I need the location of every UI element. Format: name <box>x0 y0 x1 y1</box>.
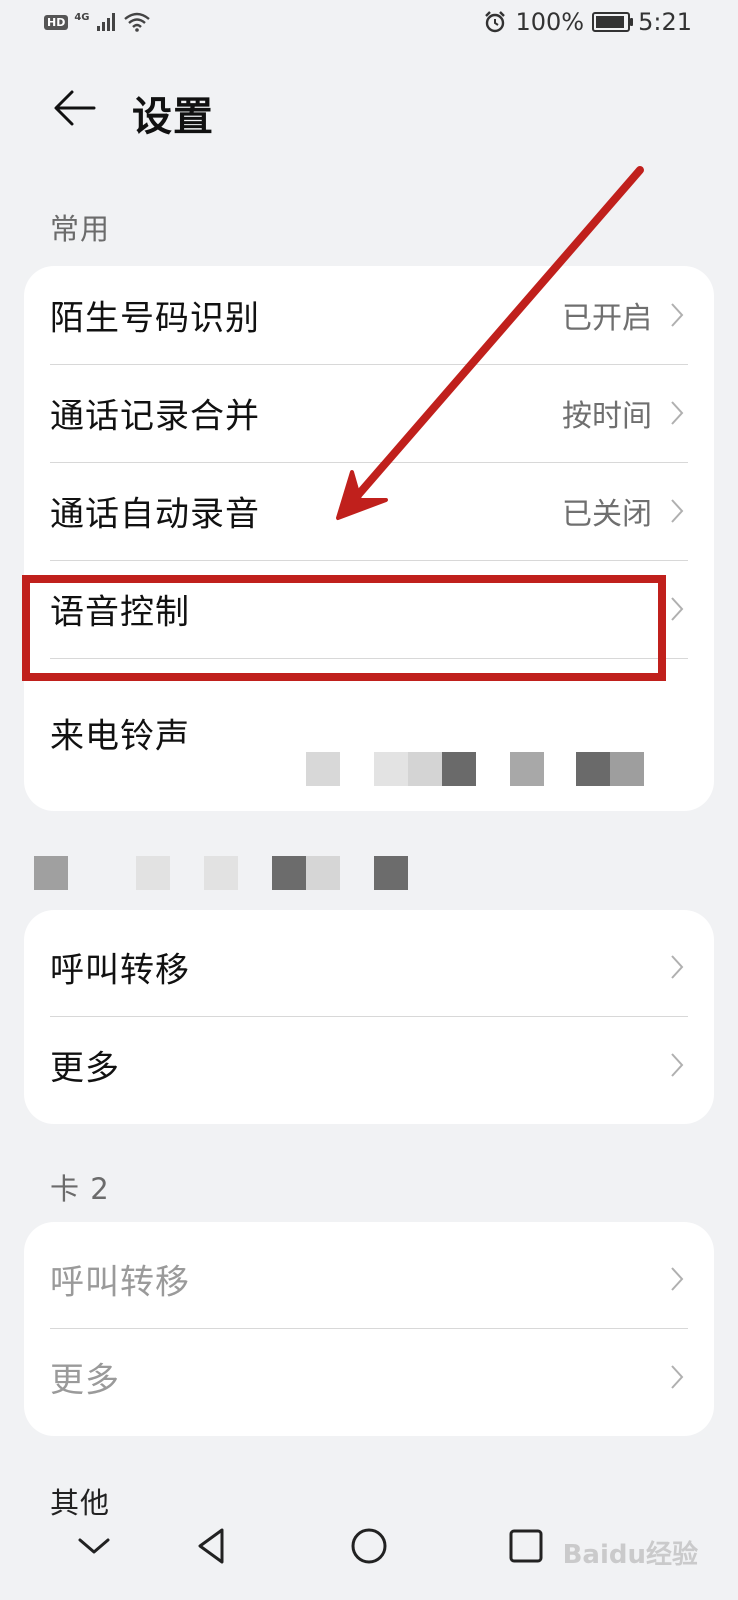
watermark: Baidu经验 <box>562 1540 698 1570</box>
annotation-arrow <box>348 166 644 506</box>
annotation-highlight-box <box>22 575 666 681</box>
home-circle-icon[interactable] <box>345 1522 393 1570</box>
chevron-down-icon[interactable] <box>70 1522 118 1570</box>
annotation-overlay <box>22 166 666 681</box>
back-triangle-icon[interactable] <box>188 1522 236 1570</box>
recents-square-icon[interactable] <box>502 1522 550 1570</box>
